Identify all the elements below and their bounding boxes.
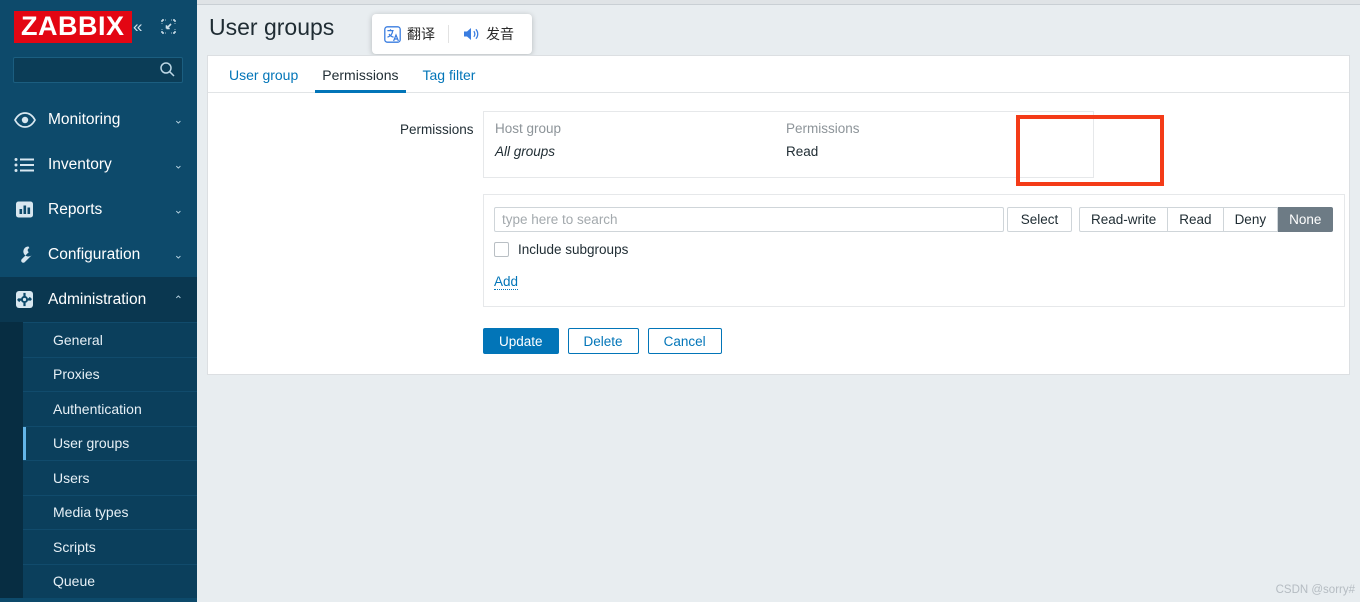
sidebar-subitem-label: Queue [53,573,96,590]
sidebar-subitem-label: Media types [53,504,129,521]
compact-view-icon[interactable] [161,19,176,38]
sidebar-item-authentication[interactable]: Authentication [23,391,197,426]
list-icon [14,154,42,176]
include-subgroups-checkbox[interactable] [494,242,509,257]
cancel-button[interactable]: Cancel [647,328,722,354]
tab-user-group[interactable]: User group [220,67,307,92]
sidebar-subitem-label: Users [53,469,90,486]
sidebar-item-user-groups[interactable]: User groups [23,425,197,461]
sidebar-menu: Monitoring ⌄ Inventory ⌄ Reports ⌄ Confi… [0,97,197,598]
sidebar: ZABBIX « Monitoring ⌄ Inventory ⌄ Report… [0,0,197,602]
speak-label: 发音 [486,27,514,43]
gear-icon [14,289,42,311]
form-card: User group Permissions Tag filter Permis… [207,55,1350,375]
speak-button[interactable]: 发音 [462,24,514,44]
sidebar-item-administration[interactable]: Administration ⌃ [0,277,197,322]
top-strip [197,0,1360,5]
table-column-host-group: Host group All groups [495,121,561,159]
update-button[interactable]: Update [483,328,559,354]
sidebar-subitem-label: Proxies [53,366,100,383]
sidebar-item-scripts[interactable]: Scripts [23,529,197,564]
eye-icon [14,109,42,131]
translate-button[interactable]: 翻译 [384,24,435,44]
wrench-icon [14,244,42,266]
sidebar-header: ZABBIX « [0,0,197,52]
permissions-table: Host group All groups Permissions Read [483,111,1164,186]
include-subgroups-label: Include subgroups [518,242,629,257]
double-chevron-left-icon[interactable]: « [133,18,142,35]
column-header: Host group [495,121,562,136]
chevron-down-icon: ⌄ [173,114,183,126]
permission-read-write-button[interactable]: Read-write [1079,207,1169,232]
sidebar-item-queue[interactable]: Queue [23,563,197,599]
app-root: ZABBIX « Monitoring ⌄ Inventory ⌄ Report… [0,0,1360,602]
select-button[interactable]: Select [1007,207,1072,232]
sidebar-item-reports[interactable]: Reports ⌄ [0,187,197,232]
page-title: User groups [209,14,335,40]
search-input[interactable] [494,207,1004,232]
search-icon [159,61,176,83]
chevron-down-icon: ⌄ [173,249,183,261]
main-content: User groups 翻译 发音 User group Permissions… [197,0,1360,602]
table-column-permissions: Permissions Read [786,121,860,159]
translation-popup: 翻译 发音 [372,14,532,54]
sidebar-search[interactable] [13,57,183,83]
delete-button[interactable]: Delete [567,328,639,354]
permissions-field-label: Permissions [400,122,474,137]
sidebar-subitem-label: Scripts [53,538,96,555]
sidebar-item-users[interactable]: Users [23,460,197,495]
administration-submenu: General Proxies Authentication User grou… [0,322,197,598]
tab-bar: User group Permissions Tag filter [208,56,1349,93]
permission-deny-button[interactable]: Deny [1223,207,1279,232]
permission-level-group: Read-write Read Deny None [1079,207,1334,232]
sidebar-item-label: Administration [48,290,147,308]
chevron-down-icon: ⌄ [173,204,183,216]
add-link[interactable]: Add [494,274,519,290]
chart-icon [14,199,42,221]
translate-label: 翻译 [407,27,435,43]
sidebar-item-general[interactable]: General [23,322,197,357]
sidebar-item-label: Monitoring [48,110,121,128]
chevron-down-icon: ⌄ [173,159,183,171]
zabbix-logo[interactable]: ZABBIX [14,11,132,43]
sidebar-item-inventory[interactable]: Inventory ⌄ [0,142,197,187]
sidebar-item-configuration[interactable]: Configuration ⌄ [0,232,197,277]
sidebar-subitem-label: User groups [53,435,130,452]
column-header: Permissions [786,121,860,136]
sidebar-search-input[interactable] [13,57,183,83]
tab-tag-filter[interactable]: Tag filter [414,67,485,92]
sidebar-item-media-types[interactable]: Media types [23,494,197,530]
form-actions: Update Delete Cancel [483,328,731,354]
sidebar-item-label: Reports [48,200,103,218]
include-subgroups-row: Include subgroups [494,242,628,257]
sidebar-item-proxies[interactable]: Proxies [23,356,197,392]
sidebar-subitem-label: Authentication [53,400,142,417]
sidebar-subitem-label: General [53,331,103,348]
highlight-box [1016,115,1164,186]
permission-none-button[interactable]: None [1278,207,1334,232]
popup-divider [448,25,449,43]
chevron-up-icon: ⌃ [173,294,183,306]
sidebar-item-label: Configuration [48,245,141,263]
permission-read-button[interactable]: Read [1168,207,1224,232]
speaker-icon [462,26,480,42]
sidebar-item-label: Inventory [48,155,112,173]
translate-icon [384,25,401,43]
table-cell-host-group: All groups [495,144,556,159]
table-cell-permission: Read [786,144,819,159]
tab-permissions[interactable]: Permissions [313,67,407,93]
permission-selector: Select Read-write Read Deny None Include… [483,194,1345,307]
sidebar-item-monitoring[interactable]: Monitoring ⌄ [0,97,197,142]
watermark: CSDN @sorry# [1275,584,1355,596]
